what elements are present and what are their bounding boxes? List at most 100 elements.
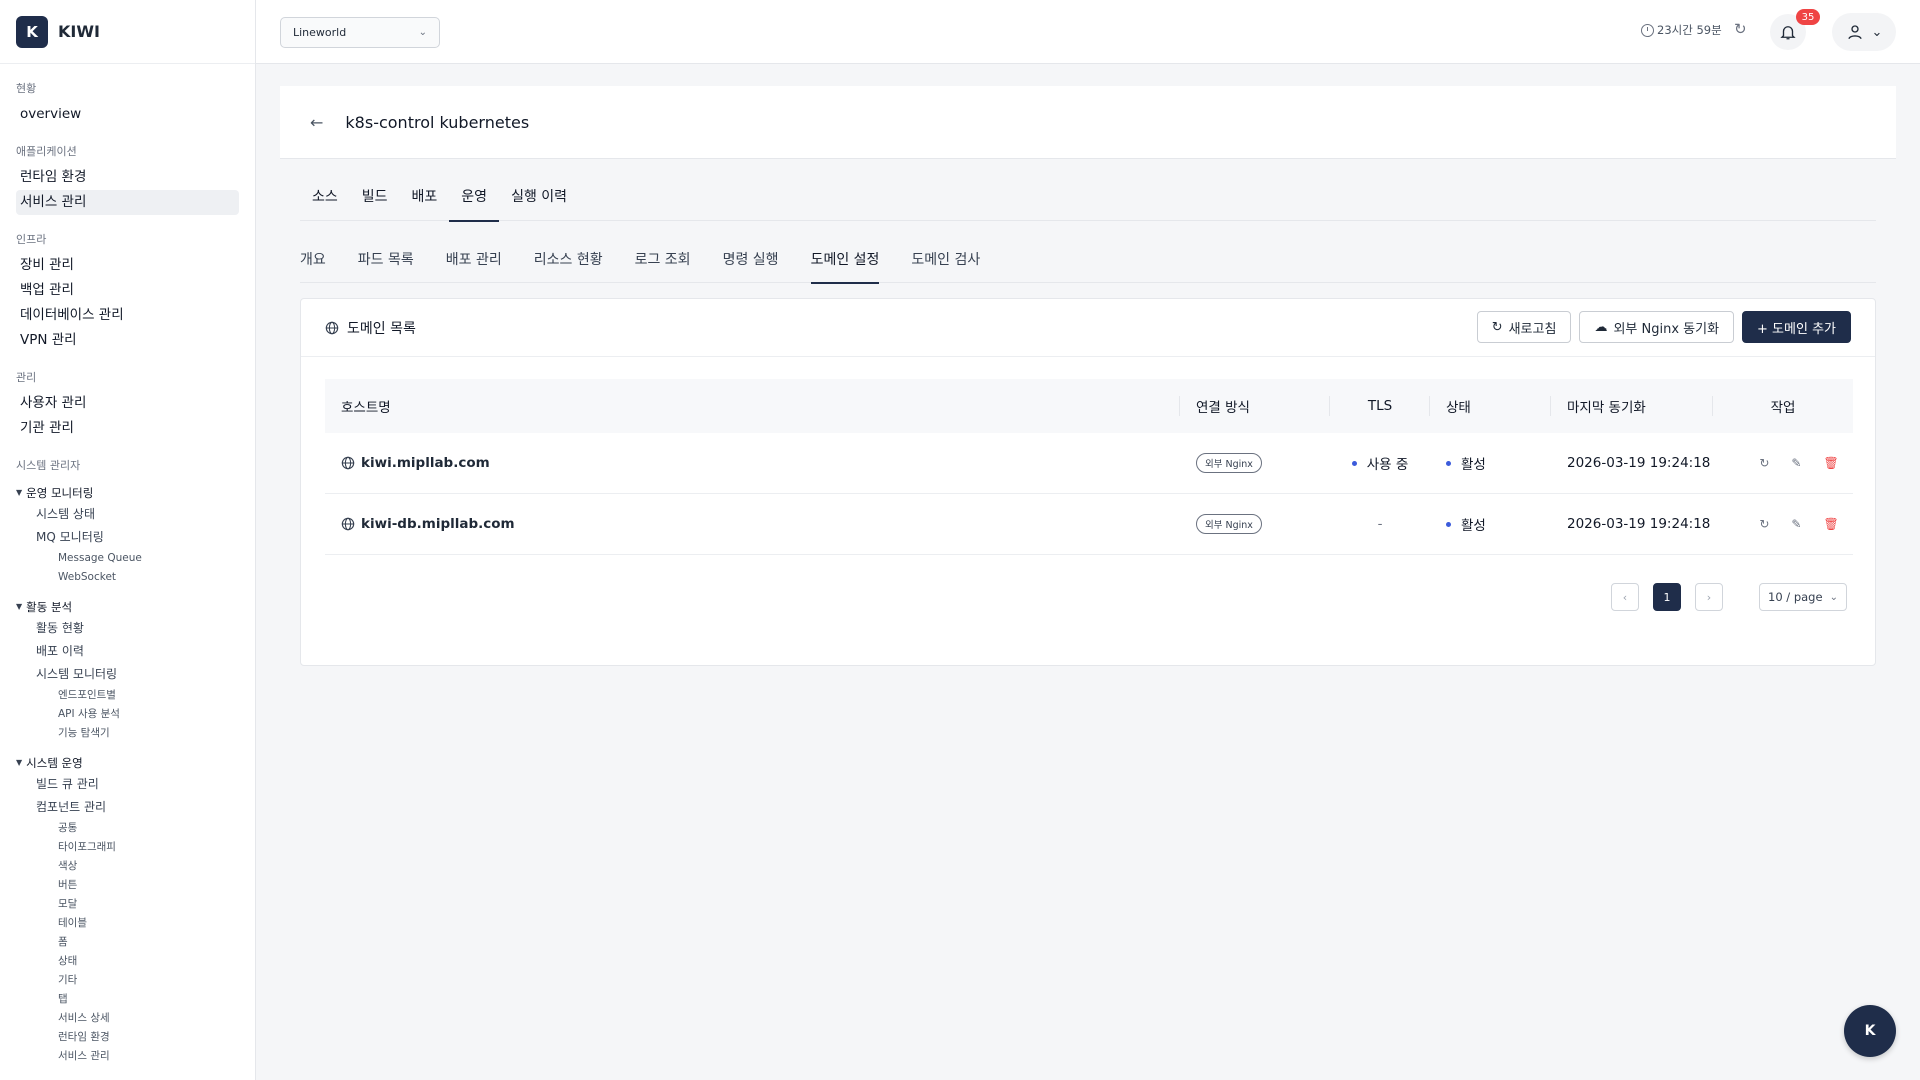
sidebar-subsubitem-폼[interactable]: 폼: [16, 933, 239, 952]
sidebar-section-label: 인프라: [16, 233, 47, 246]
page-button-current[interactable]: 1: [1653, 583, 1681, 611]
refresh-icon: ↻: [1491, 319, 1503, 335]
edit-icon[interactable]: ✎: [1791, 456, 1801, 470]
last-sync-cell: 2026-03-19 19:24:18: [1551, 433, 1713, 494]
sidebar-subitem-빌드-큐-관리[interactable]: 빌드 큐 관리: [16, 773, 239, 796]
status-value: 활성: [1461, 518, 1486, 534]
sidebar-subsubitem-타이포그래피[interactable]: 타이포그래피: [16, 838, 239, 857]
sidebar-subsubitem-엔드포인트별[interactable]: 엔드포인트별: [16, 686, 239, 705]
sidebar-item-장비-관리[interactable]: 장비 관리: [16, 253, 239, 278]
sidebar-subsubitem-websocket[interactable]: WebSocket: [16, 568, 239, 587]
sidebar-item-서비스-관리[interactable]: 서비스 관리: [16, 190, 239, 215]
tab-배포[interactable]: 배포: [400, 182, 450, 221]
sidebar-item-기관-관리[interactable]: 기관 관리: [16, 416, 239, 441]
sidebar-group-활동-분석[interactable]: ▼ 활동 분석: [16, 597, 239, 617]
sidebar-subsubitem-api-사용-분석[interactable]: API 사용 분석: [16, 705, 239, 724]
actions-cell: ↻ ✎ 🗑: [1713, 494, 1853, 555]
status-cell: 활성: [1430, 433, 1551, 494]
org-select[interactable]: Lineworld ⌄: [280, 17, 440, 48]
sidebar-item-런타임-환경[interactable]: 런타임 환경: [16, 165, 239, 190]
sidebar-subsubitem-런타임-환경[interactable]: 런타임 환경: [16, 1028, 239, 1047]
refresh-button-label: 새로고침: [1508, 321, 1557, 337]
nginx-sync-button[interactable]: ☁ 외부 Nginx 동기화: [1579, 311, 1735, 343]
user-menu-button[interactable]: ⌄: [1832, 13, 1896, 51]
chevron-down-icon: ⌄: [418, 27, 427, 38]
subtab-개요[interactable]: 개요: [300, 244, 342, 283]
sidebar-group-label: 운영 모니터링: [26, 486, 94, 500]
subtab-도메인-검사[interactable]: 도메인 검사: [911, 244, 996, 283]
session-refresh-icon[interactable]: ↻: [1734, 20, 1747, 38]
tls-value: 사용 중: [1366, 457, 1409, 473]
sidebar-group-시스템-운영[interactable]: ▼ 시스템 운영: [16, 753, 239, 773]
table-row: kiwi.mipllab.com 외부 Nginx 사용 중 활성 2026-03-19…: [325, 433, 1853, 494]
method-tag: 외부 Nginx: [1196, 514, 1262, 534]
sync-icon[interactable]: ↻: [1759, 456, 1769, 470]
sidebar-group-label: 활동 분석: [26, 600, 73, 614]
sidebar-item-백업-관리[interactable]: 백업 관리: [16, 278, 239, 303]
sidebar-subitem-시스템-모니터링[interactable]: 시스템 모니터링: [16, 663, 239, 686]
tab-운영[interactable]: 운영: [449, 182, 499, 222]
hostname[interactable]: kiwi.mipllab.com: [361, 455, 490, 471]
sidebar-subsubitem-색상[interactable]: 색상: [16, 857, 239, 876]
sidebar-section-label: 현황: [16, 82, 37, 95]
sidebar-subsubitem-상태[interactable]: 상태: [16, 952, 239, 971]
tls-value: -: [1377, 516, 1383, 532]
sidebar-subsubitem-기능-탐색기[interactable]: 기능 탐색기: [16, 724, 239, 743]
sidebar-group-운영-모니터링[interactable]: ▼ 운영 모니터링: [16, 483, 239, 503]
notification-badge: 35: [1796, 9, 1820, 25]
sidebar-item-vpn-관리[interactable]: VPN 관리: [16, 328, 239, 353]
sidebar-subsubitem-공통[interactable]: 공통: [16, 819, 239, 838]
trash-icon[interactable]: 🗑: [1823, 517, 1838, 531]
sidebar-subsubitem-테이블[interactable]: 테이블: [16, 914, 239, 933]
sidebar-subsubitem-message-queue[interactable]: Message Queue: [16, 549, 239, 568]
subtab-배포-관리[interactable]: 배포 관리: [446, 244, 518, 283]
pagination: ‹ 1 › 10 / page ⌄: [1611, 583, 1847, 611]
row-actions: ↻ ✎ 🗑: [1729, 456, 1853, 470]
sidebar-item-overview[interactable]: overview: [16, 102, 239, 127]
page-size-select[interactable]: 10 / page ⌄: [1759, 583, 1847, 611]
sidebar-subitem-시스템-상태[interactable]: 시스템 상태: [16, 503, 239, 526]
sidebar-subsubitem-서비스-상세[interactable]: 서비스 상세: [16, 1009, 239, 1028]
back-arrow-icon[interactable]: ←: [310, 113, 323, 132]
assistant-fab[interactable]: K: [1844, 1005, 1896, 1057]
add-domain-button[interactable]: + 도메인 추가: [1742, 311, 1851, 343]
sidebar-subsubitem-모달[interactable]: 모달: [16, 895, 239, 914]
sync-icon[interactable]: ↻: [1759, 517, 1769, 531]
tab-실행-이력[interactable]: 실행 이력: [499, 182, 579, 221]
table-header: 호스트명 연결 방식 TLS 상태 마지막 동기화 작업: [325, 379, 1853, 433]
sidebar-subsubitem-버튼[interactable]: 버튼: [16, 876, 239, 895]
column-header: 상태: [1430, 379, 1551, 433]
globe-icon: [341, 517, 355, 531]
prev-page-button[interactable]: ‹: [1611, 583, 1639, 611]
refresh-button[interactable]: ↻ 새로고침: [1476, 311, 1572, 343]
subtab-로그-조회[interactable]: 로그 조회: [635, 244, 707, 283]
tab-빌드[interactable]: 빌드: [350, 182, 400, 221]
last-sync-value: 2026-03-19 19:24:18: [1567, 455, 1711, 471]
next-page-button[interactable]: ›: [1695, 583, 1723, 611]
status-dot: [1446, 460, 1451, 466]
row-actions: ↻ ✎ 🗑: [1729, 517, 1853, 531]
sidebar-item-데이터베이스-관리[interactable]: 데이터베이스 관리: [16, 303, 239, 328]
edit-icon[interactable]: ✎: [1791, 517, 1801, 531]
subtab-리소스-현황[interactable]: 리소스 현황: [534, 244, 619, 283]
subtab-파드-목록[interactable]: 파드 목록: [358, 244, 430, 283]
trash-icon[interactable]: 🗑: [1823, 456, 1838, 470]
page-title: k8s-control kubernetes: [345, 112, 530, 132]
sidebar-subsubitem-서비스-관리[interactable]: 서비스 관리: [16, 1047, 239, 1066]
sidebar-subitem-배포-이력[interactable]: 배포 이력: [16, 640, 239, 663]
subtab-명령-실행[interactable]: 명령 실행: [723, 244, 795, 283]
brand[interactable]: K KIWI: [0, 0, 255, 64]
sidebar-subitem-활동-현황[interactable]: 활동 현황: [16, 617, 239, 640]
sidebar-subsubitem-기타[interactable]: 기타: [16, 971, 239, 990]
subtab-도메인-설정[interactable]: 도메인 설정: [810, 244, 896, 284]
sidebar-subsubitem-탭[interactable]: 탭: [16, 990, 239, 1009]
tab-소스[interactable]: 소스: [300, 182, 350, 221]
sidebar-subitem-mq-모니터링[interactable]: MQ 모니터링: [16, 526, 239, 549]
clock-icon: [1641, 23, 1654, 37]
hostname[interactable]: kiwi-db.mipllab.com: [361, 516, 515, 532]
hostname-cell: kiwi.mipllab.com: [325, 433, 1180, 494]
hostname-cell: kiwi-db.mipllab.com: [325, 494, 1180, 555]
sidebar-subitem-컴포넌트-관리[interactable]: 컴포넌트 관리: [16, 796, 239, 819]
status-cell: 활성: [1430, 494, 1551, 555]
sidebar-item-사용자-관리[interactable]: 사용자 관리: [16, 391, 239, 416]
